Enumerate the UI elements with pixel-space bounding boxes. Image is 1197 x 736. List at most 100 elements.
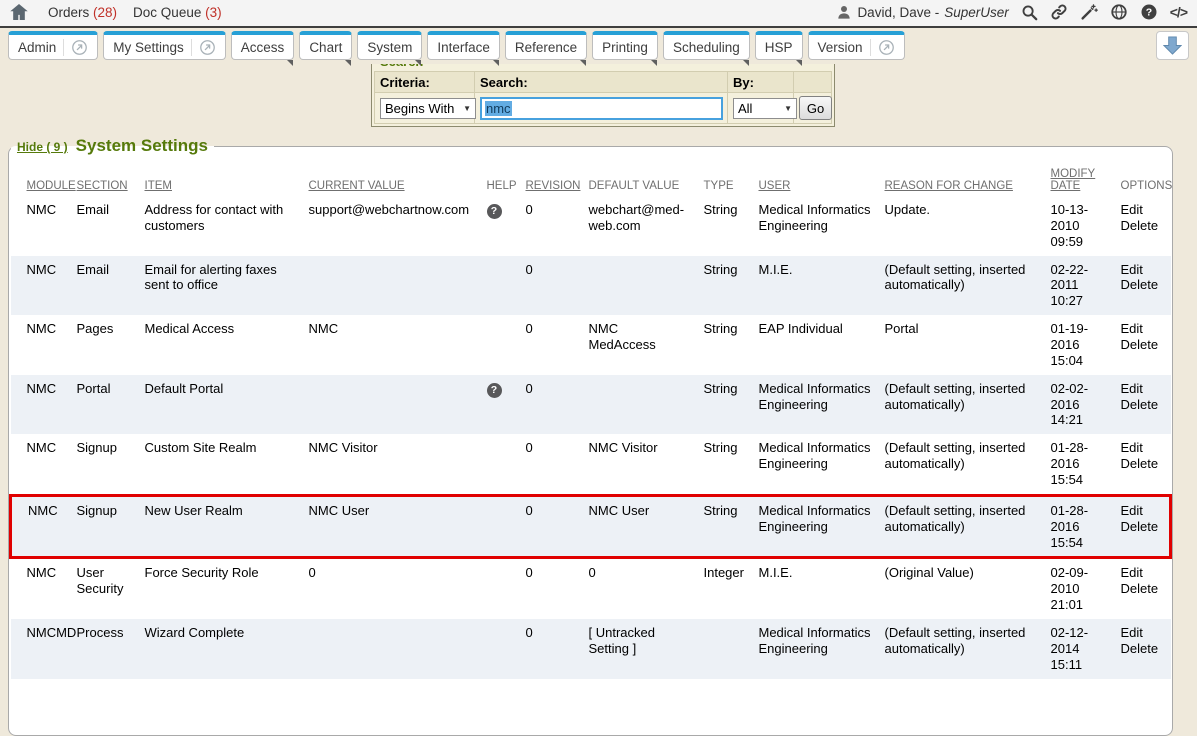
edit-link[interactable]: Edit (1121, 381, 1163, 397)
cell-module: NMC (11, 315, 73, 375)
edit-link[interactable]: Edit (1121, 565, 1163, 581)
criteria-select[interactable]: Begins With ▼ (380, 98, 476, 119)
cell-options: EditDelete (1117, 315, 1171, 375)
cell-module: NMCMD (11, 619, 73, 679)
wand-icon[interactable] (1080, 3, 1098, 21)
tab-system[interactable]: System (357, 31, 422, 60)
table-row: NMCPortalDefault Portal?0StringMedical I… (11, 375, 1171, 435)
cell-date: 02-09- 2010 21:01 (1047, 558, 1117, 619)
cell-reason: (Default setting, inserted automatically… (881, 619, 1047, 679)
tab-chart[interactable]: Chart (299, 31, 352, 60)
open-in-new-window-icon[interactable] (870, 39, 895, 56)
cell-reason: (Original Value) (881, 558, 1047, 619)
cell-type: String (700, 256, 755, 316)
delete-link[interactable]: Delete (1121, 397, 1163, 413)
delete-link[interactable]: Delete (1121, 519, 1162, 535)
settings-table: MODULESECTIONITEMCURRENT VALUEHELPREVISI… (9, 166, 1172, 679)
cell-default (585, 375, 700, 435)
user-menu[interactable]: David, Dave - SuperUser (836, 4, 1008, 20)
go-button[interactable]: Go (799, 96, 832, 120)
column-header-section[interactable]: SECTION (73, 166, 141, 196)
cell-type: String (700, 375, 755, 435)
delete-link[interactable]: Delete (1121, 456, 1163, 472)
column-header-item[interactable]: ITEM (141, 166, 305, 196)
tab-bar: Admin My Settings Access Chart SystemInterfa… (0, 28, 1197, 64)
edit-link[interactable]: Edit (1121, 262, 1163, 278)
cell-item: New User Realm (141, 495, 305, 558)
column-header-user[interactable]: USER (755, 166, 881, 196)
edit-link[interactable]: Edit (1121, 625, 1163, 641)
tab-label: Version (818, 40, 863, 55)
tab-list: Admin My Settings Access Chart SystemInterfa… (8, 31, 905, 60)
search-input-value: nmc (485, 101, 512, 116)
cell-revision: 0 (522, 495, 585, 558)
search-icon[interactable] (1021, 4, 1038, 21)
tab-printing[interactable]: Printing (592, 31, 658, 60)
edit-link[interactable]: Edit (1121, 202, 1163, 218)
cell-section: Email (73, 196, 141, 256)
edit-link[interactable]: Edit (1121, 503, 1162, 519)
delete-link[interactable]: Delete (1121, 641, 1163, 657)
download-button[interactable] (1156, 31, 1189, 60)
delete-link[interactable]: Delete (1121, 218, 1163, 234)
search-label: Search: (475, 72, 728, 93)
edit-link[interactable]: Edit (1121, 440, 1163, 456)
cell-options: EditDelete (1117, 619, 1171, 679)
delete-link[interactable]: Delete (1121, 277, 1163, 293)
topbar: Orders (28) Doc Queue (3) David, Dave - … (0, 0, 1197, 28)
column-header-modify-date[interactable]: MODIFY DATE (1047, 166, 1117, 196)
tab-interface[interactable]: Interface (427, 31, 500, 60)
help-circle-icon[interactable]: ? (1140, 3, 1158, 21)
code-icon[interactable]: </> (1170, 4, 1187, 20)
column-header-revision[interactable]: REVISION (522, 166, 585, 196)
cell-reason: Portal (881, 315, 1047, 375)
link-icon[interactable] (1050, 3, 1068, 21)
cell-revision: 0 (522, 619, 585, 679)
column-header-current-value[interactable]: CURRENT VALUE (305, 166, 483, 196)
tab-access[interactable]: Access (231, 31, 295, 60)
column-header-reason-for-change[interactable]: REASON FOR CHANGE (881, 166, 1047, 196)
tab-admin[interactable]: Admin (8, 31, 98, 60)
tab-hsp[interactable]: HSP (755, 31, 803, 60)
tab-label: Reference (515, 40, 577, 55)
column-header-options: OPTIONS (1117, 166, 1171, 196)
cell-revision: 0 (522, 315, 585, 375)
tab-my-settings[interactable]: My Settings (103, 31, 226, 60)
edit-link[interactable]: Edit (1121, 321, 1163, 337)
by-select[interactable]: All ▼ (733, 98, 797, 119)
tab-label: Printing (602, 40, 648, 55)
by-label: By: (728, 72, 794, 93)
help-icon[interactable]: ? (487, 204, 502, 219)
table-row: NMCPagesMedical AccessNMC0NMC MedAccessS… (11, 315, 1171, 375)
home-icon[interactable] (10, 4, 28, 20)
cell-current (305, 256, 483, 316)
topbar-link-doc-queue[interactable]: Doc Queue (3) (133, 5, 222, 20)
cell-help: ? (483, 375, 522, 435)
open-in-new-window-icon[interactable] (63, 39, 88, 56)
cell-current: 0 (305, 558, 483, 619)
cell-user: M.I.E. (755, 558, 881, 619)
cell-type (700, 619, 755, 679)
tab-label: Admin (18, 40, 56, 55)
cell-section: Signup (73, 495, 141, 558)
delete-link[interactable]: Delete (1121, 337, 1163, 353)
help-icon[interactable]: ? (487, 383, 502, 398)
tab-label: Chart (309, 40, 342, 55)
tab-label: Access (241, 40, 285, 55)
open-in-new-window-icon[interactable] (191, 39, 216, 56)
cell-help (483, 619, 522, 679)
tab-scheduling[interactable]: Scheduling (663, 31, 750, 60)
settings-table-body: NMCEmailAddress for contact with custome… (11, 196, 1171, 679)
hide-link[interactable]: Hide ( 9 ) (17, 140, 68, 154)
tab-version[interactable]: Version (808, 31, 905, 60)
user-role: SuperUser (944, 5, 1009, 20)
tab-reference[interactable]: Reference (505, 31, 587, 60)
topbar-link-orders[interactable]: Orders (28) (48, 5, 117, 20)
search-input[interactable]: nmc (480, 97, 723, 120)
globe-icon[interactable] (1110, 3, 1128, 21)
delete-link[interactable]: Delete (1121, 581, 1163, 597)
column-header-module[interactable]: MODULE (11, 166, 73, 196)
user-icon (836, 4, 852, 20)
criteria-selected-value: Begins With (385, 101, 454, 116)
cell-reason: (Default setting, inserted automatically… (881, 434, 1047, 495)
